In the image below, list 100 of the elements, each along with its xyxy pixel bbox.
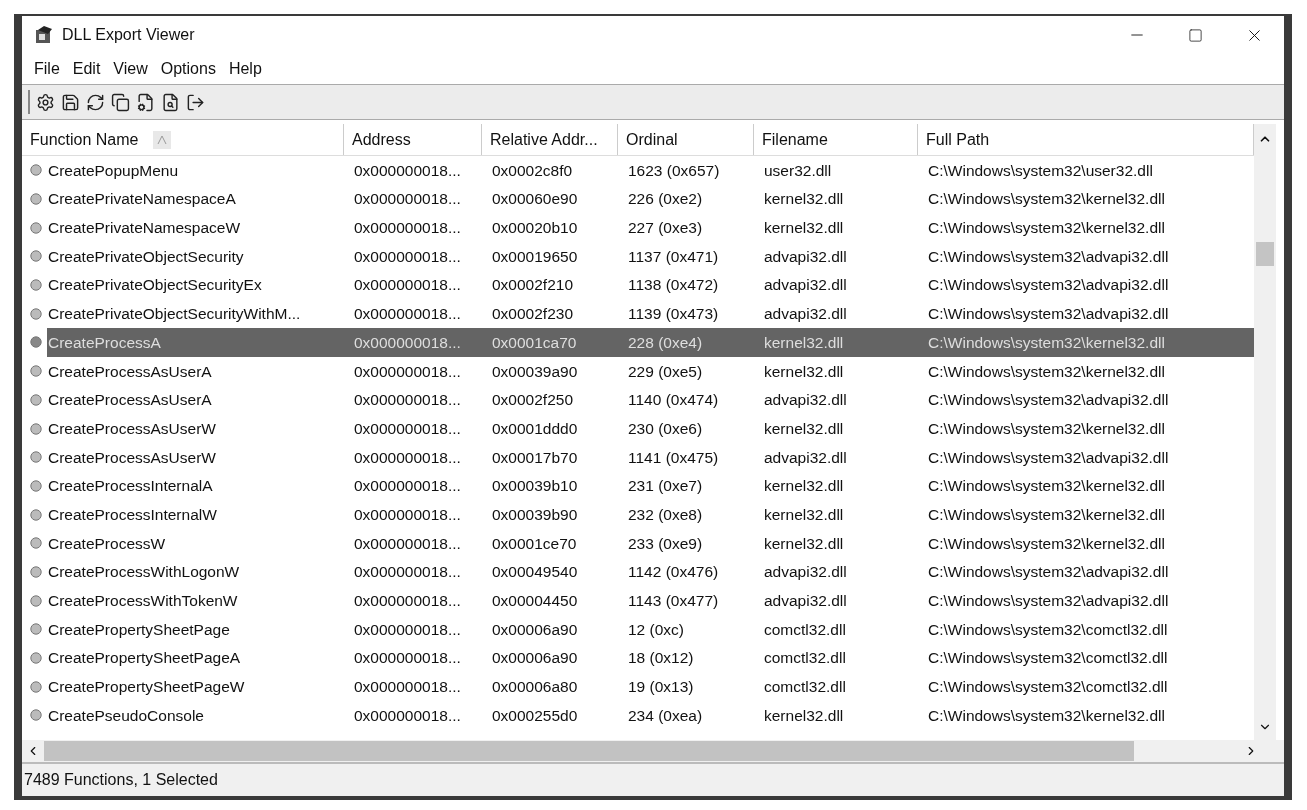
horizontal-scrollbar[interactable]: [22, 740, 1284, 762]
table-row[interactable]: CreateProcessA 0x000000018... 0x0001ca70 228 (0xe4) kernel32.dll C:\Windows\system32\kernel32.dll: [47, 328, 1254, 357]
function-name-cell-text: CreatePrivateNamespaceA: [47, 189, 237, 210]
address-cell-text: 0x000000018...: [353, 705, 462, 726]
relative-address-cell-text: 0x0001ce70: [491, 533, 578, 554]
ordinal-cell-text: 228 (0xe4): [627, 332, 704, 353]
ordinal-cell-text: 1143 (0x477): [627, 591, 720, 612]
function-name-cell-text: CreateProcessAsUserA: [47, 361, 213, 382]
address-cell-text: 0x000000018...: [353, 275, 462, 296]
menu-item[interactable]: Help: [222, 57, 268, 81]
address-cell-text: 0x000000018...: [353, 533, 462, 554]
relative-address-cell-text: 0x000255d0: [491, 705, 579, 726]
relative-address-cell-text: 0x00004450: [491, 591, 579, 612]
full-path-cell-text: C:\Windows\system32\advapi32.dll: [927, 246, 1170, 267]
relative-address-cell-text: 0x00020b10: [491, 218, 579, 239]
column-header[interactable]: Filename: [754, 124, 918, 155]
menu-item[interactable]: File: [28, 57, 66, 81]
relative-address-cell-text: 0x00019650: [491, 246, 579, 267]
circle-icon: [30, 537, 42, 550]
ordinal-cell-text: 12 (0xc): [627, 619, 685, 640]
menu-item[interactable]: View: [107, 57, 154, 81]
circle-icon: [30, 709, 42, 722]
refresh-icon[interactable]: [86, 92, 105, 112]
circle-icon: [30, 565, 42, 578]
window-title: DLL Export Viewer: [62, 25, 195, 45]
circle-icon: [30, 680, 42, 693]
gear-icon[interactable]: [36, 92, 55, 112]
address-cell-text: 0x000000018...: [353, 246, 462, 267]
search-icon[interactable]: [161, 92, 180, 112]
function-name-cell-text: CreateProcessW: [47, 533, 167, 554]
filename-cell-text: advapi32.dll: [763, 275, 848, 296]
filename-cell-text: advapi32.dll: [763, 562, 848, 583]
status-bar-text: 7489 Functions, 1 Selected: [24, 770, 218, 790]
menu-item[interactable]: Options: [154, 57, 222, 81]
relative-address-cell-text: 0x00006a90: [491, 648, 579, 669]
address-cell-text: 0x000000018...: [353, 591, 462, 612]
full-path-cell-text: C:\Windows\system32\kernel32.dll: [927, 332, 1166, 353]
filename-cell-text: kernel32.dll: [763, 418, 845, 439]
full-path-cell-text: C:\Windows\system32\comctl32.dll: [927, 619, 1169, 640]
ordinal-cell-text: 1142 (0x476): [627, 562, 720, 583]
full-path-cell-text: C:\Windows\system32\advapi32.dll: [927, 275, 1170, 296]
filename-cell-text: kernel32.dll: [763, 361, 845, 382]
ordinal-cell-text: 229 (0xe5): [627, 361, 704, 382]
ordinal-cell-text: 1137 (0x471): [627, 246, 720, 267]
circle-icon: [30, 336, 42, 349]
relative-address-cell-text: 0x00039b10: [491, 476, 579, 497]
column-header[interactable]: Function Name: [22, 124, 344, 155]
filename-cell-text: kernel32.dll: [763, 705, 845, 726]
function-name-cell-text: CreatePropertySheetPageA: [47, 648, 242, 669]
full-path-cell-text: C:\Windows\system32\advapi32.dll: [927, 390, 1170, 411]
filename-cell-text: advapi32.dll: [763, 390, 848, 411]
ordinal-cell-text: 1141 (0x475): [627, 447, 720, 468]
address-cell-text: 0x000000018...: [353, 476, 462, 497]
copy-icon[interactable]: [111, 92, 130, 112]
relative-address-cell-text: 0x00006a80: [491, 677, 579, 698]
ordinal-cell-text: 233 (0xe9): [627, 533, 704, 554]
full-path-cell-text: C:\Windows\system32\kernel32.dll: [927, 218, 1166, 239]
circle-icon: [30, 307, 42, 320]
relative-address-cell-text: 0x00039a90: [491, 361, 579, 382]
ordinal-cell-text: 232 (0xe8): [627, 504, 704, 525]
address-cell-text: 0x000000018...: [353, 218, 462, 239]
circle-icon: [30, 193, 42, 206]
filename-cell-text: advapi32.dll: [763, 591, 848, 612]
function-name-cell-text: CreatePropertySheetPage: [47, 619, 231, 640]
function-name-cell-text: CreatePrivateObjectSecurity: [47, 246, 245, 267]
address-cell-text: 0x000000018...: [353, 332, 462, 353]
menu-item[interactable]: Edit: [66, 57, 107, 81]
circle-icon: [30, 479, 42, 492]
relative-address-cell-text: 0x0002f250: [491, 390, 575, 411]
filename-cell-text: kernel32.dll: [763, 533, 845, 554]
circle-icon: [30, 164, 42, 177]
vertical-scrollbar[interactable]: [1254, 124, 1276, 740]
filename-cell-text: advapi32.dll: [763, 447, 848, 468]
relative-address-cell-text: 0x00017b70: [491, 447, 579, 468]
full-path-cell-text: C:\Windows\system32\user32.dll: [927, 160, 1154, 181]
ordinal-cell-text: 1140 (0x474): [627, 390, 720, 411]
full-path-cell-text: C:\Windows\system32\kernel32.dll: [927, 533, 1166, 554]
circle-icon: [30, 451, 42, 464]
column-header[interactable]: Address: [344, 124, 482, 155]
maximize-icon[interactable]: [1188, 27, 1203, 43]
function-name-cell-text: CreateProcessInternalA: [47, 476, 214, 497]
properties-icon[interactable]: [136, 92, 155, 112]
circle-icon: [30, 652, 42, 665]
circle-icon: [30, 623, 42, 636]
column-header[interactable]: Relative Addr...: [482, 124, 618, 155]
relative-address-cell-text: 0x00039b90: [491, 504, 579, 525]
filename-cell-text: kernel32.dll: [763, 189, 845, 210]
scroll-thumb[interactable]: [44, 741, 1134, 761]
exit-icon[interactable]: [186, 92, 205, 112]
relative-address-cell-text: 0x0001ddd0: [491, 418, 579, 439]
full-path-cell-text: C:\Windows\system32\advapi32.dll: [927, 591, 1170, 612]
function-name-cell-text: CreatePrivateObjectSecurityWithM...: [47, 304, 302, 325]
ordinal-cell-text: 19 (0x13): [627, 677, 695, 698]
function-name-cell-text: CreateProcessAsUserA: [47, 390, 213, 411]
full-path-cell-text: C:\Windows\system32\kernel32.dll: [927, 189, 1166, 210]
function-name-cell-text: CreateProcessAsUserW: [47, 418, 217, 439]
function-name-cell-text: CreatePrivateNamespaceW: [47, 218, 242, 239]
column-header[interactable]: Ordinal: [618, 124, 754, 155]
address-cell-text: 0x000000018...: [353, 677, 462, 698]
scroll-thumb[interactable]: [1256, 242, 1274, 266]
